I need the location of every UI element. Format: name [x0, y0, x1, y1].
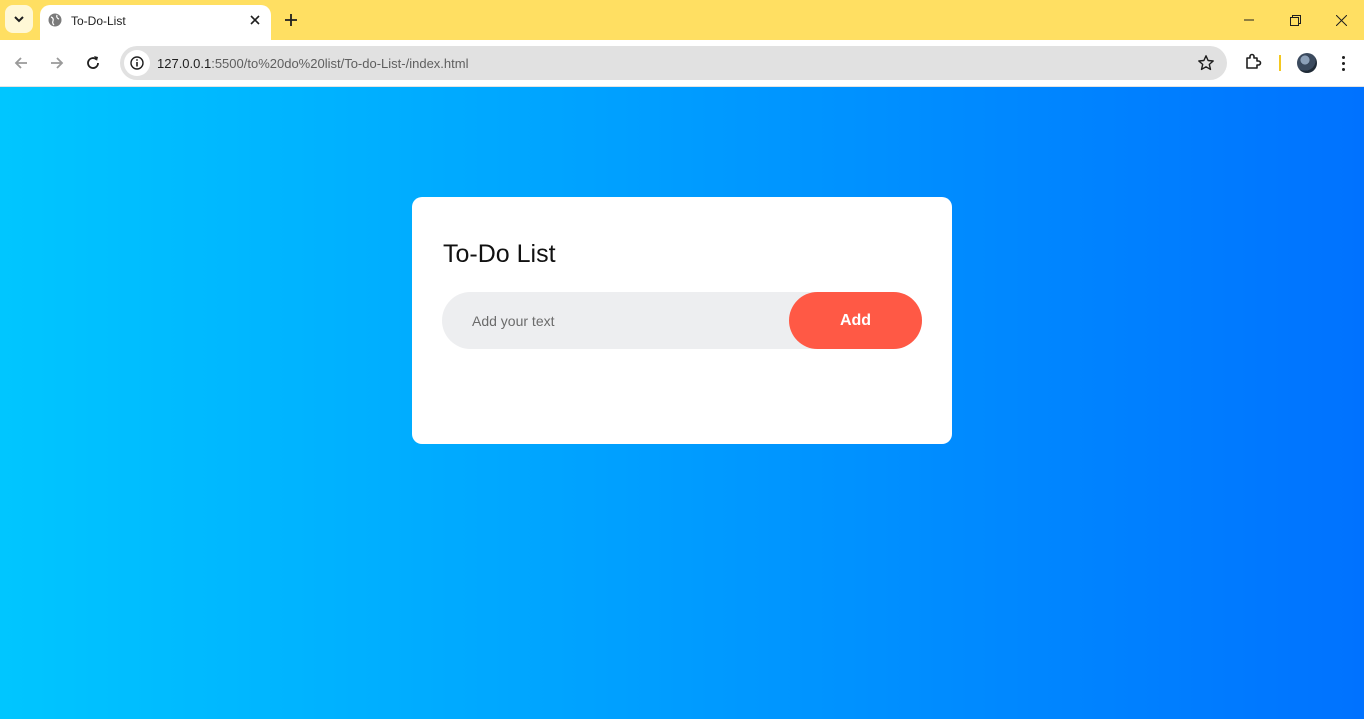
window-close-button[interactable] [1318, 0, 1364, 40]
page-background: To-Do List Add [0, 87, 1364, 719]
restore-icon [1289, 14, 1301, 26]
reload-icon [87, 56, 99, 69]
browser-tab[interactable]: To-Do-List [40, 5, 271, 40]
info-icon [130, 56, 144, 70]
site-info-button[interactable] [124, 50, 150, 76]
profile-avatar[interactable] [1297, 53, 1317, 73]
url-text: 127.0.0.1:5500/to%20do%20list/To-do-List… [157, 56, 468, 71]
tab-search-button[interactable] [5, 5, 33, 33]
todo-card: To-Do List Add [412, 197, 952, 444]
plus-icon [285, 14, 297, 26]
forward-arrow-icon [51, 57, 64, 69]
url-path: :5500/to%20do%20list/To-do-List-/index.h… [211, 56, 469, 71]
browser-toolbar: 127.0.0.1:5500/to%20do%20list/To-do-List… [0, 40, 1364, 87]
task-input[interactable] [442, 292, 802, 349]
chevron-down-icon [14, 16, 24, 23]
globe-icon [48, 13, 62, 27]
new-tab-button[interactable] [281, 10, 301, 30]
window-close-icon [1335, 14, 1347, 26]
kebab-menu-icon[interactable] [1333, 53, 1353, 73]
input-row: Add [442, 292, 922, 349]
add-button[interactable]: Add [789, 292, 922, 349]
forward-button[interactable] [45, 51, 69, 75]
tab-close-button[interactable] [247, 12, 263, 28]
puzzle-icon[interactable] [1243, 52, 1263, 72]
minimize-icon [1244, 19, 1254, 21]
toolbar-divider [1279, 55, 1281, 71]
url-host: 127.0.0.1 [157, 56, 212, 71]
minimize-button[interactable] [1226, 0, 1272, 40]
restore-button[interactable] [1272, 0, 1318, 40]
star-icon[interactable] [1197, 54, 1215, 72]
back-arrow-icon [14, 57, 27, 69]
page-title: To-Do List [443, 240, 556, 268]
close-icon [250, 15, 260, 25]
tab-title: To-Do-List [71, 14, 126, 28]
back-button[interactable] [9, 51, 33, 75]
address-bar[interactable]: 127.0.0.1:5500/to%20do%20list/To-do-List… [120, 46, 1227, 80]
tab-strip: To-Do-List [0, 0, 1364, 40]
reload-button[interactable] [81, 51, 105, 75]
